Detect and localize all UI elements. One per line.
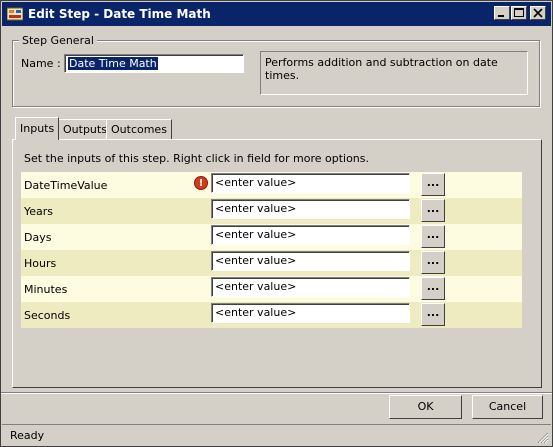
seconds-input[interactable]: <enter value> <box>211 303 410 323</box>
app-icon <box>7 7 23 21</box>
years-browse-button[interactable]: ... <box>421 199 445 222</box>
close-icon <box>533 8 543 18</box>
footer-separator <box>1 392 552 394</box>
tab-outputs[interactable]: Outputs <box>58 119 112 139</box>
name-input-value: Date Time Math <box>68 57 158 70</box>
ok-button[interactable]: OK <box>389 395 462 419</box>
minimize-icon <box>498 15 504 17</box>
days-input[interactable]: <enter value> <box>211 225 410 245</box>
years-input[interactable]: <enter value> <box>211 199 410 219</box>
maximize-icon <box>514 8 524 17</box>
warning-icon: ! <box>194 176 208 190</box>
seconds-browse-button[interactable]: ... <box>421 303 445 326</box>
hours-browse-button[interactable]: ... <box>421 251 445 274</box>
tab-inputs[interactable]: Inputs <box>15 117 60 140</box>
status-text: Ready <box>10 429 45 442</box>
input-row-label: Hours <box>24 257 57 270</box>
datetimevalue-browse-button[interactable]: ... <box>421 173 445 196</box>
input-row-label: Years <box>24 205 54 218</box>
name-input[interactable]: Date Time Math <box>64 54 244 73</box>
description-box: Performs addition and subtraction on dat… <box>260 51 528 95</box>
input-row-label: Minutes <box>24 283 68 296</box>
input-row: Minutes <enter value> ... <box>21 276 522 302</box>
maximize-button[interactable] <box>511 6 527 20</box>
tab-outcomes[interactable]: Outcomes <box>106 119 172 139</box>
input-row: Days <enter value> ... <box>21 224 522 250</box>
cancel-button[interactable]: Cancel <box>472 395 543 419</box>
close-button[interactable] <box>530 6 546 20</box>
minimize-button[interactable] <box>494 6 510 20</box>
input-row: Seconds <enter value> ... <box>21 302 522 328</box>
title-bar[interactable]: Edit Step - Date Time Math <box>2 2 551 26</box>
minutes-browse-button[interactable]: ... <box>421 277 445 300</box>
step-general-legend: Step General <box>19 34 97 47</box>
input-row: Years <enter value> ... <box>21 198 522 224</box>
days-browse-button[interactable]: ... <box>421 225 445 248</box>
input-row: DateTimeValue ! <enter value> ... <box>21 172 522 198</box>
inputs-caption: Set the inputs of this step. Right click… <box>24 152 370 165</box>
input-row-label: Seconds <box>24 309 71 322</box>
dialog-window: Edit Step - Date Time Math Step General … <box>0 0 553 447</box>
input-row: Hours <enter value> ... <box>21 250 522 276</box>
status-bar: Ready <box>2 424 551 446</box>
input-row-label: DateTimeValue <box>24 179 108 192</box>
input-row-label: Days <box>24 231 52 244</box>
resize-grip-icon[interactable] <box>537 432 549 444</box>
hours-input[interactable]: <enter value> <box>211 251 410 271</box>
datetimevalue-input[interactable]: <enter value> <box>211 173 410 193</box>
minutes-input[interactable]: <enter value> <box>211 277 410 297</box>
window-title: Edit Step - Date Time Math <box>28 7 211 21</box>
name-label: Name : <box>21 57 61 70</box>
